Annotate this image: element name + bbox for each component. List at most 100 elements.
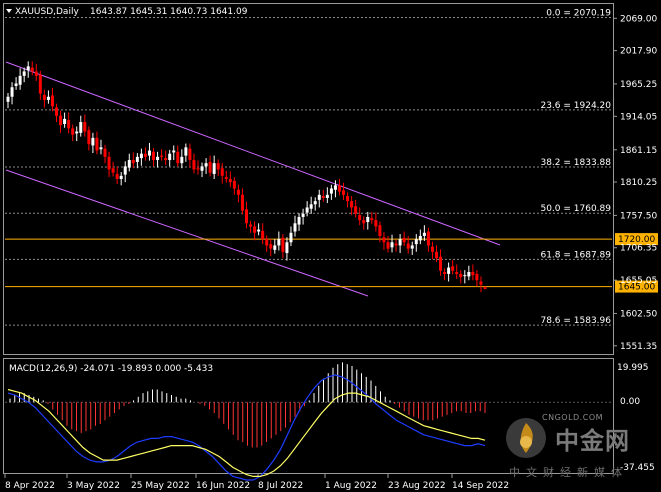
candle-body <box>46 96 50 100</box>
candle-body <box>6 96 10 102</box>
candle-body <box>426 231 430 246</box>
candle-body <box>475 273 479 281</box>
candle-body <box>188 148 192 161</box>
candle-body <box>386 242 390 249</box>
candle-body <box>139 153 143 159</box>
time-label-6: 23 Aug 2022 <box>388 481 446 491</box>
watermark-subtitle: 中文财经新媒体 <box>509 466 628 479</box>
time-label-3: 16 Jun 2022 <box>196 481 250 491</box>
candle-body <box>342 190 346 195</box>
candle-body <box>71 128 75 135</box>
fibonacci-levels: 0.0 = 2070.19 23.6 = 1924.20 38.2 = 1833.8… <box>5 9 612 326</box>
price-label-8: 1655.05 <box>620 276 657 286</box>
candle-body <box>212 163 216 174</box>
candle-body <box>75 131 79 134</box>
candle-body <box>176 151 180 164</box>
candle-body <box>483 287 487 290</box>
candle-body <box>313 201 317 205</box>
candle-body <box>305 207 309 213</box>
candle-body <box>406 243 410 249</box>
macd-line <box>7 374 486 481</box>
candle-body <box>168 153 172 161</box>
candle-body <box>422 232 426 236</box>
fib-label-4: 61.8 = 1687.89 <box>540 250 611 260</box>
candle-body <box>471 272 475 276</box>
candle-body <box>451 266 455 271</box>
candle-body <box>362 220 366 224</box>
candle-body <box>463 275 467 277</box>
price-label-3: 1914.05 <box>620 112 657 122</box>
candle-body <box>18 75 22 85</box>
candle-body <box>467 272 471 277</box>
macd-label: MACD(12,26,9) -24.071 -19.893 0.000 -5.4… <box>9 364 213 374</box>
time-label-1: 3 May 2022 <box>67 481 120 491</box>
candle-body <box>34 71 38 76</box>
price-label-5: 1810.25 <box>620 178 657 188</box>
candle-body <box>156 156 160 161</box>
channel-lower-line <box>5 169 369 297</box>
candle-body <box>152 151 156 161</box>
candle-body <box>111 168 115 173</box>
candle-body <box>398 239 402 246</box>
candle-body <box>131 160 135 164</box>
candle-body <box>103 148 107 157</box>
candle-body <box>164 158 168 161</box>
candle-body <box>390 242 394 248</box>
candle-body <box>418 235 422 241</box>
candle-body <box>293 223 297 232</box>
candle-body <box>459 273 463 278</box>
candle-body <box>232 180 236 189</box>
candle-body <box>119 175 123 179</box>
candle-body <box>434 251 438 259</box>
candle-body <box>50 95 54 107</box>
candle-body <box>14 83 18 86</box>
candle-body <box>281 237 285 252</box>
candle-body <box>265 239 269 246</box>
candle-body <box>261 230 265 240</box>
candle-body <box>382 237 386 243</box>
candle-body <box>277 239 281 246</box>
candle-body <box>350 201 354 208</box>
candle-body <box>402 237 406 243</box>
time-label-5: 1 Aug 2022 <box>325 481 377 491</box>
candle-body <box>325 194 329 198</box>
candle-body <box>346 196 350 202</box>
price-label-10: 1551.35 <box>620 342 657 352</box>
time-label-0: 8 Apr 2022 <box>5 481 55 491</box>
candle-body <box>337 185 341 192</box>
price-label-1: 2017.90 <box>620 47 657 57</box>
candle-body <box>224 177 228 179</box>
candle-body <box>257 229 261 232</box>
price-channel <box>5 61 501 297</box>
candle-body <box>443 272 447 274</box>
candle-body <box>317 194 321 200</box>
candle-body <box>228 179 232 183</box>
candle-body <box>160 155 164 157</box>
candle-body <box>333 185 337 190</box>
symbol-dropdown-icon[interactable] <box>6 9 12 13</box>
candle-body <box>79 122 83 133</box>
candle-body <box>95 137 99 151</box>
candle-body <box>123 166 127 175</box>
candle-body <box>63 118 67 124</box>
fib-label-1: 23.6 = 1924.20 <box>540 101 611 111</box>
candle-body <box>439 256 443 271</box>
candle-body <box>10 87 14 97</box>
price-label-0: 2069.00 <box>620 14 657 24</box>
candle-body <box>447 267 451 274</box>
candle-body <box>414 239 418 245</box>
candle-body <box>216 163 220 170</box>
candle-body <box>273 245 277 250</box>
candle-body <box>42 94 46 100</box>
symbol-label: XAUUSD,Daily <box>15 7 79 17</box>
time-label-4: 8 Jul 2022 <box>258 481 303 491</box>
candle-body <box>370 218 374 221</box>
candle-body <box>374 220 378 227</box>
candle-body <box>38 74 42 94</box>
candle-body <box>135 156 139 162</box>
candle-body <box>378 225 382 236</box>
candle-body <box>67 120 71 129</box>
candle-body <box>236 189 240 195</box>
candle-body <box>204 163 208 167</box>
candle-body <box>455 272 459 274</box>
